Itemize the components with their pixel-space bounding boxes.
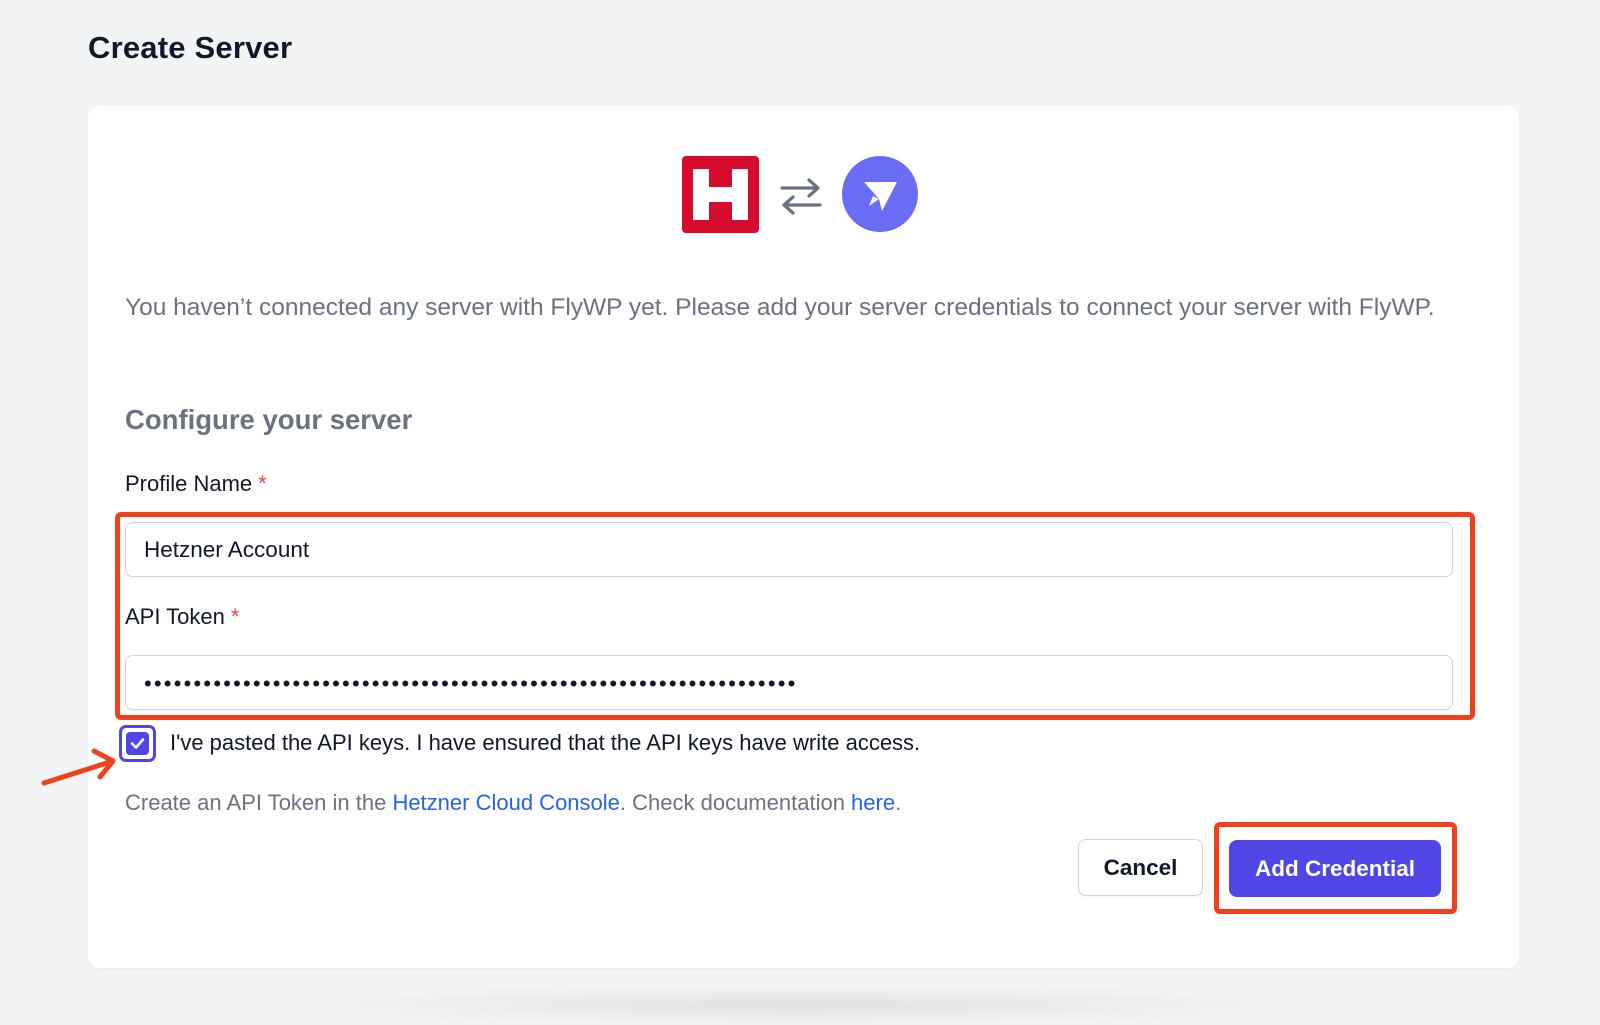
confirm-checkbox[interactable]: [119, 725, 156, 762]
hetzner-console-link[interactable]: Hetzner Cloud Console: [392, 790, 619, 815]
help-text: Create an API Token in the Hetzner Cloud…: [125, 790, 901, 816]
profile-name-input[interactable]: [125, 522, 1453, 577]
confirm-checkbox-label: I've pasted the API keys. I have ensured…: [170, 730, 921, 755]
intro-text: You haven’t connected any server with Fl…: [125, 294, 1435, 321]
configure-heading: Configure your server: [125, 404, 413, 435]
help-suffix: .: [895, 790, 902, 815]
annotation-arrow-icon: [40, 740, 122, 786]
required-marker: *: [230, 604, 240, 629]
integration-logos: [682, 150, 922, 233]
page-bottom-shadow: [280, 985, 1320, 1025]
swap-arrows-icon: [778, 174, 824, 218]
checkmark-icon: [126, 732, 149, 755]
documentation-link[interactable]: here: [851, 790, 895, 815]
profile-name-label: Profile Name *: [125, 471, 267, 497]
flywp-logo-icon: [842, 156, 918, 232]
help-prefix: Create an API Token in the: [125, 790, 393, 815]
api-token-label-text: API Token: [125, 604, 225, 629]
api-token-label: API Token *: [125, 604, 239, 630]
add-credential-button[interactable]: Add Credential: [1229, 840, 1441, 897]
cancel-button[interactable]: Cancel: [1078, 839, 1203, 896]
profile-name-label-text: Profile Name: [125, 471, 253, 496]
help-middle: . Check documentation: [619, 790, 852, 815]
hetzner-logo-icon: [682, 156, 759, 233]
required-marker: *: [258, 471, 267, 496]
page-title: Create Server: [88, 30, 293, 65]
create-server-card: You haven’t connected any server with Fl…: [88, 106, 1519, 968]
api-token-input[interactable]: ••••••••••••••••••••••••••••••••••••••••…: [125, 655, 1453, 710]
